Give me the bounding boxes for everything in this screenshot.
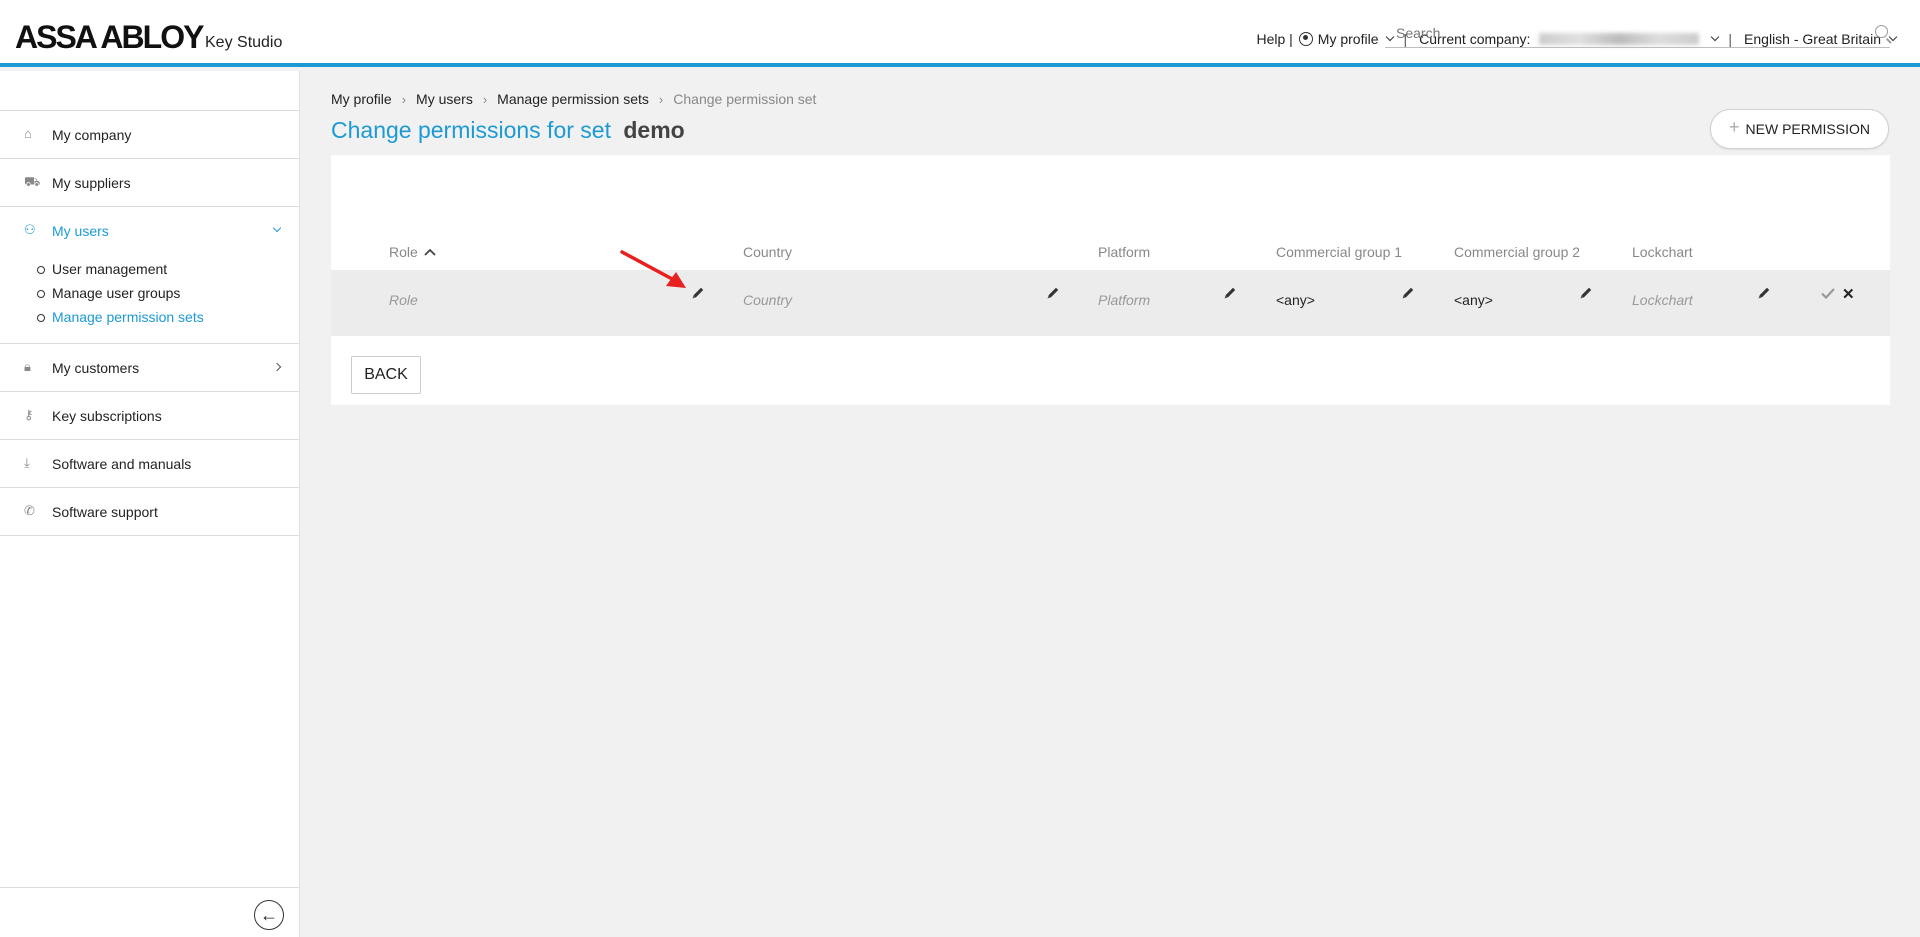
sidebar-item-software-and-manuals[interactable]: ⤓ Software and manuals — [0, 440, 300, 488]
role-cell[interactable]: Role — [389, 292, 418, 308]
pencil-icon[interactable] — [1400, 285, 1416, 301]
user-icon: ⚇ — [24, 222, 36, 237]
chevron-down-icon[interactable] — [272, 223, 282, 233]
annotation-arrow-icon — [620, 250, 686, 288]
subnav-user-management[interactable]: User management — [37, 257, 300, 281]
key-icon: ⚷ — [24, 407, 34, 422]
sidebar: ⌂ My company ⛟ My suppliers ⚇ My users U… — [0, 71, 300, 937]
sidebar-item-my-users[interactable]: ⚇ My users — [0, 207, 300, 255]
breadcrumb-my-profile[interactable]: My profile — [331, 91, 392, 107]
platform-cell[interactable]: Platform — [1098, 292, 1150, 308]
search-input[interactable] — [1385, 20, 1865, 46]
subnav-manage-permission-sets[interactable]: Manage permission sets — [37, 305, 300, 329]
pencil-icon[interactable] — [690, 285, 706, 301]
help-link[interactable]: Help | — [1256, 31, 1292, 47]
chevron-right-icon: › — [401, 91, 407, 107]
app-name: Key Studio — [205, 34, 283, 51]
profile-icon — [1298, 32, 1313, 46]
column-header-commercial-group-2[interactable]: Commercial group 2 — [1454, 244, 1580, 260]
column-header-country[interactable]: Country — [743, 244, 792, 260]
check-icon[interactable] — [1820, 285, 1836, 301]
brand-logo[interactable]: ASSA ABLOY — [15, 19, 204, 56]
column-header-lockchart[interactable]: Lockchart — [1632, 244, 1693, 260]
lockchart-cell[interactable]: Lockchart — [1632, 292, 1693, 308]
my-users-subnav: User management Manage user groups Manag… — [0, 255, 300, 344]
column-header-commercial-group-1[interactable]: Commercial group 1 — [1276, 244, 1402, 260]
my-profile-label: My profile — [1317, 31, 1379, 47]
set-name: demo — [623, 117, 685, 143]
sidebar-item-label: My company — [52, 126, 132, 143]
new-permission-button[interactable]: + NEW PERMISSION — [1710, 109, 1889, 149]
breadcrumb: My profile › My users › Manage permissio… — [331, 91, 816, 107]
column-header-role[interactable]: Role — [389, 244, 436, 260]
sidebar-item-my-company[interactable]: ⌂ My company — [0, 111, 300, 159]
chevron-right-icon: › — [658, 91, 664, 107]
new-permission-label: NEW PERMISSION — [1745, 121, 1870, 137]
collapse-sidebar-button[interactable]: ← — [254, 900, 284, 930]
sidebar-footer: ← — [0, 887, 300, 937]
subnav-manage-user-groups[interactable]: Manage user groups — [37, 281, 300, 305]
search-icon[interactable] — [1875, 25, 1888, 38]
sidebar-item-key-subscriptions[interactable]: ⚷ Key subscriptions — [0, 392, 300, 440]
sidebar-item-label: My customers — [52, 359, 140, 376]
column-header-platform[interactable]: Platform — [1098, 244, 1150, 260]
sidebar-item-label: Software and manuals — [52, 455, 192, 472]
sidebar-item-software-support[interactable]: ✆ Software support — [0, 488, 300, 536]
sidebar-item-label: Software support — [52, 503, 158, 520]
pencil-icon[interactable] — [1222, 285, 1238, 301]
breadcrumb-current: Change permission set — [673, 91, 817, 107]
breadcrumb-my-users[interactable]: My users — [416, 91, 473, 107]
sidebar-item-my-customers[interactable]: 🔒︎ My customers — [0, 344, 300, 392]
search-box — [1385, 20, 1890, 48]
lock-icon: 🔒︎ — [24, 359, 31, 374]
sidebar-item-label: My users — [52, 223, 109, 239]
arrow-left-icon: ← — [260, 904, 278, 925]
sidebar-item-my-suppliers[interactable]: ⛟ My suppliers — [0, 159, 300, 207]
back-button[interactable]: BACK — [351, 356, 421, 394]
country-cell[interactable]: Country — [743, 292, 792, 308]
sidebar-item-label: Key subscriptions — [52, 407, 162, 424]
pencil-icon[interactable] — [1756, 285, 1772, 301]
sort-ascending-icon — [424, 248, 436, 256]
commercial-group-2-cell[interactable]: <any> — [1454, 292, 1493, 308]
pencil-icon[interactable] — [1578, 285, 1594, 301]
sidebar-item-label: My suppliers — [52, 174, 131, 191]
download-icon: ⤓ — [24, 455, 30, 470]
truck-icon: ⛟ — [24, 174, 41, 189]
home-icon: ⌂ — [24, 126, 32, 141]
sidebar-nav: ⌂ My company ⛟ My suppliers ⚇ My users U… — [0, 110, 300, 536]
breadcrumb-manage-permission-sets[interactable]: Manage permission sets — [497, 91, 649, 107]
chevron-right-icon[interactable] — [272, 362, 282, 372]
page-title: Change permissions for set demo — [331, 117, 685, 144]
close-icon[interactable]: ✕ — [1842, 285, 1856, 303]
page-title-text: Change permissions for set — [331, 117, 611, 143]
phone-icon: ✆ — [24, 503, 35, 518]
chevron-right-icon: › — [482, 91, 488, 107]
my-profile-menu[interactable]: My profile — [1298, 31, 1398, 47]
column-header-label: Role — [389, 244, 418, 260]
pencil-icon[interactable] — [1045, 285, 1061, 301]
commercial-group-1-cell[interactable]: <any> — [1276, 292, 1315, 308]
plus-icon: + — [1729, 117, 1740, 137]
